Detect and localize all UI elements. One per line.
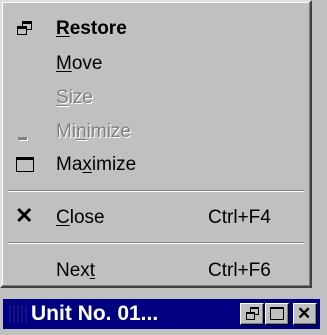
menu-item-label: Minimize — [56, 121, 131, 142]
maximize-button[interactable] — [265, 303, 289, 325]
menu-separator — [8, 242, 304, 244]
close-button[interactable]: ✕ — [293, 303, 317, 325]
menu-item-label: Move — [56, 53, 103, 74]
menu-item-label: Close — [56, 207, 105, 228]
window-titlebar[interactable]: Unit No. 01... ✕ — [0, 295, 327, 335]
menu-item-label: Next — [56, 260, 96, 281]
menu-item-label: Size — [56, 87, 93, 108]
maximize-icon — [16, 156, 34, 174]
restore-icon — [16, 20, 34, 38]
system-menu: Restore Move Size Minimize Maximize ✕ Cl… — [0, 0, 312, 288]
menu-item-close[interactable]: ✕ Close Ctrl+F4 — [6, 203, 308, 233]
window-title: Unit No. 01... — [31, 302, 159, 325]
menu-separator — [8, 190, 304, 192]
menu-item-maximize[interactable]: Maximize — [6, 150, 308, 180]
menu-item-shortcut: Ctrl+F6 — [208, 260, 271, 281]
menu-item-label: Maximize — [56, 154, 137, 175]
app-icon[interactable] — [9, 305, 27, 323]
menu-item-restore[interactable]: Restore — [6, 14, 308, 44]
menu-item-shortcut: Ctrl+F4 — [208, 207, 271, 228]
menu-item-minimize: Minimize — [6, 117, 308, 147]
titlebar-active[interactable]: Unit No. 01... ✕ — [3, 299, 320, 329]
maximize-icon — [270, 307, 284, 320]
close-icon: ✕ — [15, 203, 34, 228]
menu-item-label: Restore — [56, 18, 127, 39]
close-icon: ✕ — [297, 304, 312, 323]
menu-item-next[interactable]: Next Ctrl+F6 — [6, 256, 308, 286]
menu-item-move[interactable]: Move — [6, 49, 308, 79]
restore-button[interactable] — [240, 303, 264, 325]
menu-item-size: Size — [6, 83, 308, 113]
minimize-icon — [16, 123, 34, 141]
